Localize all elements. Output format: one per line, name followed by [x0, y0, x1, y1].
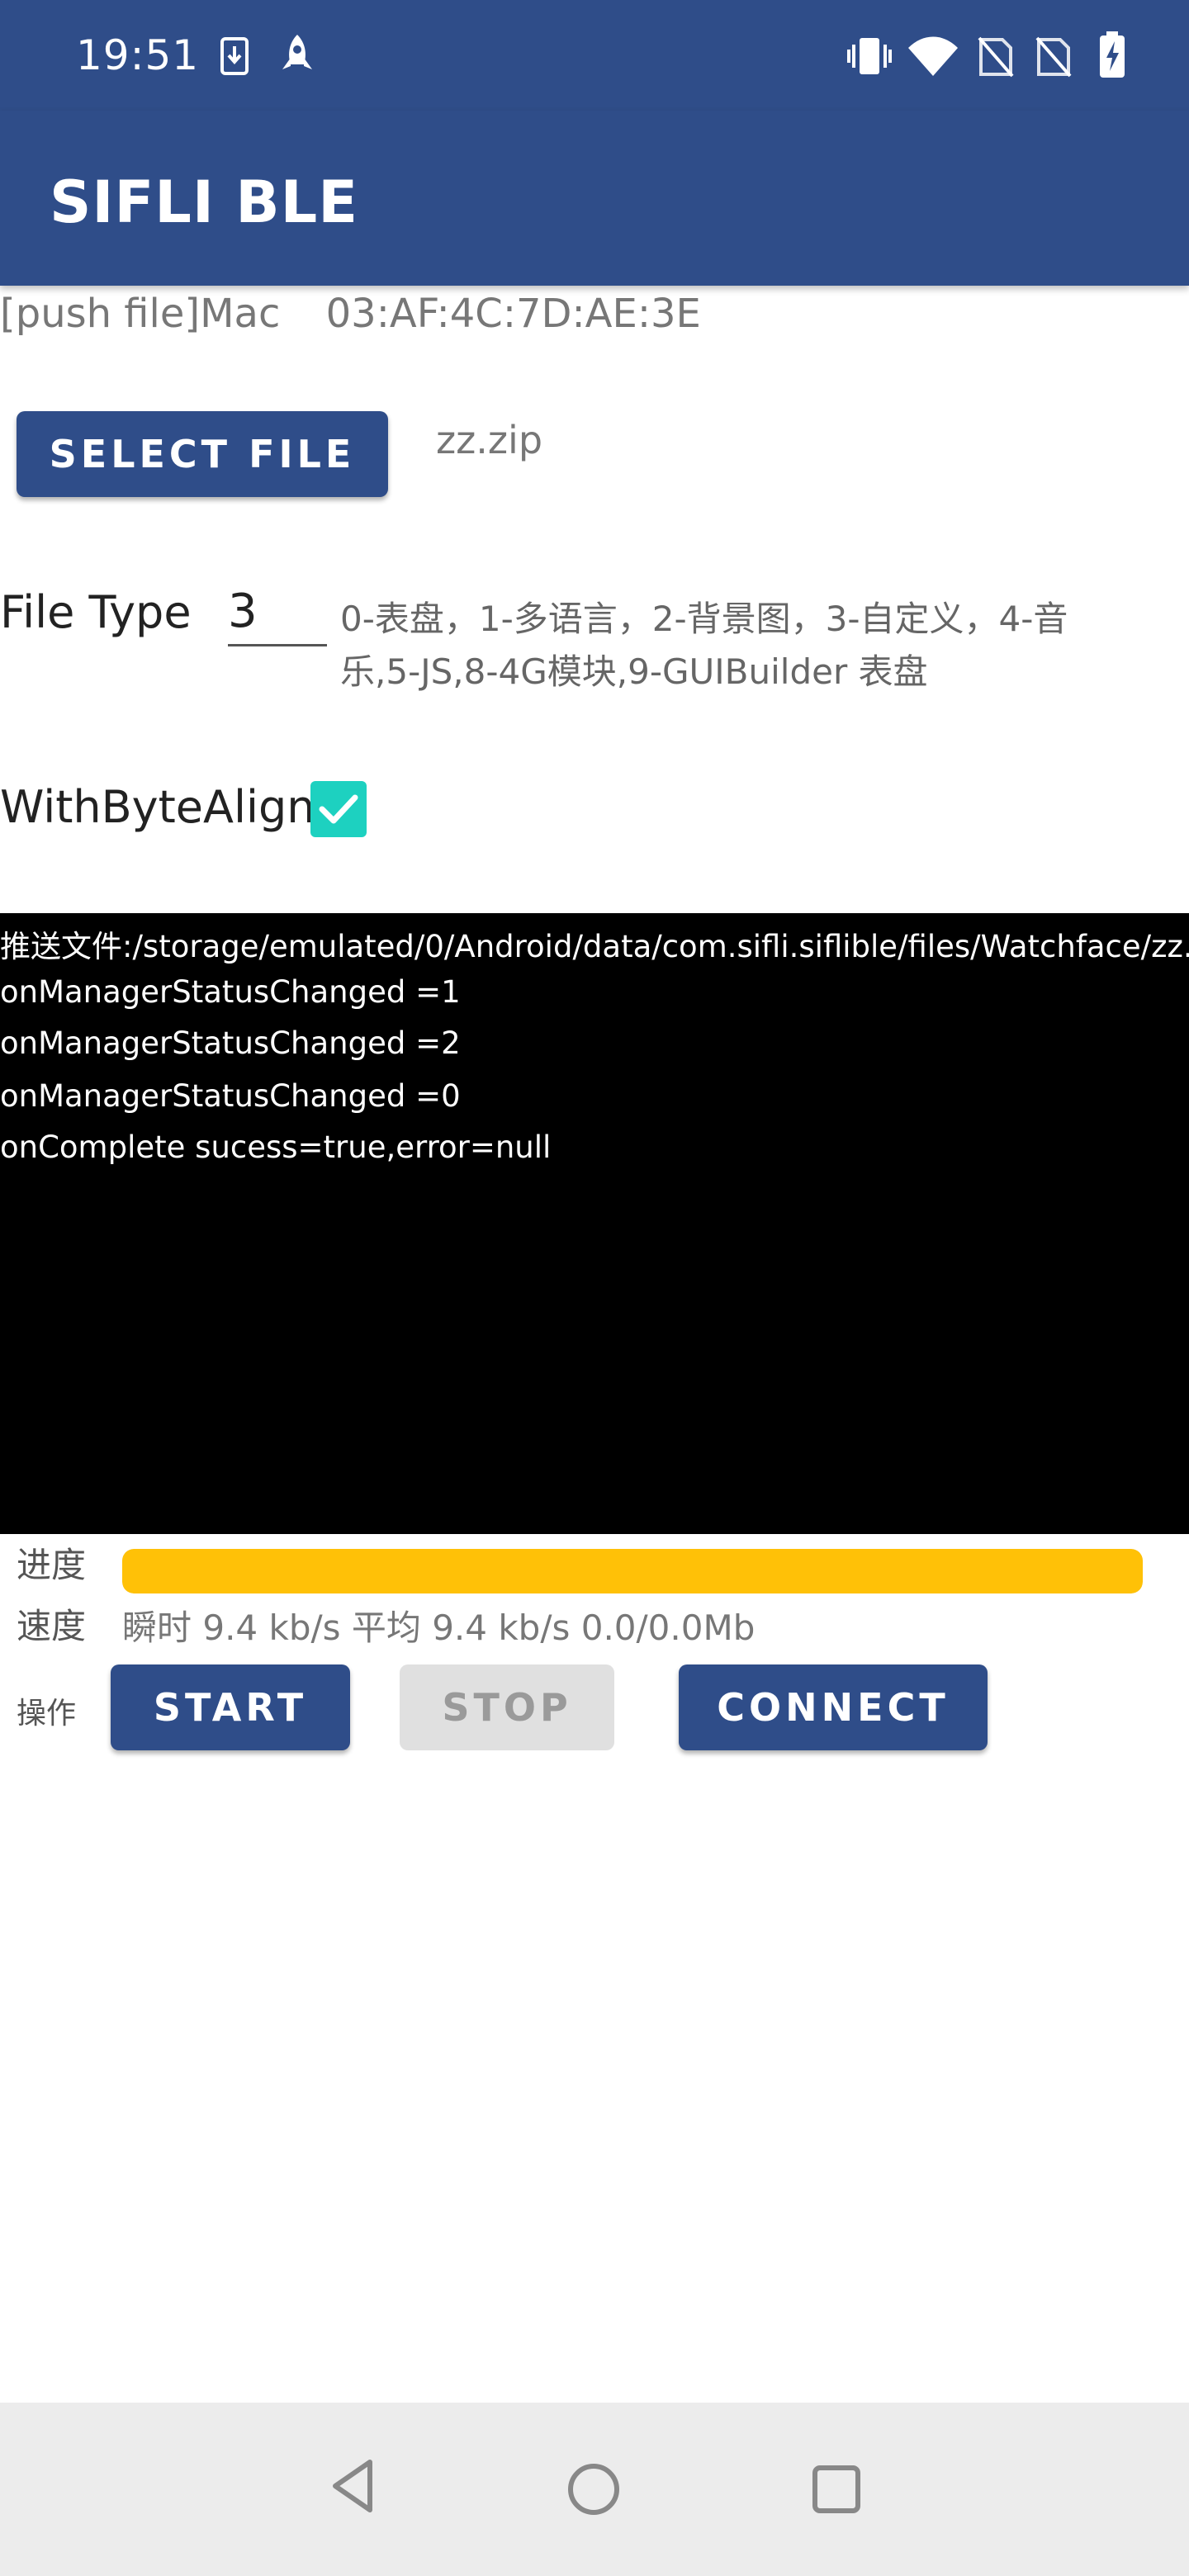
back-icon[interactable]	[327, 2457, 380, 2515]
status-bar: 19:51	[0, 0, 1189, 111]
file-type-input[interactable]	[228, 578, 327, 646]
progress-fill	[122, 1549, 1143, 1593]
log-line: onComplete sucess=true,error=null	[0, 1129, 552, 1165]
checkmark-icon	[319, 794, 358, 824]
rocket-icon	[282, 35, 312, 69]
download-icon	[220, 37, 249, 75]
log-line: onManagerStatusChanged =0	[0, 1078, 461, 1114]
file-type-label: File Type	[0, 586, 192, 638]
no-sim-icon	[1035, 36, 1072, 78]
home-icon[interactable]	[566, 2462, 621, 2517]
vibrate-icon	[847, 38, 892, 74]
progress-bar	[122, 1549, 1143, 1593]
mac-label: [push file]Mac	[0, 291, 281, 337]
start-button[interactable]: START	[111, 1664, 350, 1750]
speed-label: 速度	[17, 1606, 87, 1646]
app-title: SIFLI BLE	[50, 168, 359, 236]
operation-label: 操作	[17, 1697, 77, 1731]
device-mac-line: [push file]Mac 03:AF:4C:7D:AE:3E	[0, 291, 701, 337]
selected-filename: zz.zip	[436, 418, 543, 462]
navigation-bar	[0, 2403, 1189, 2576]
status-time: 19:51	[76, 31, 200, 79]
stop-button[interactable]: STOP	[400, 1664, 614, 1750]
file-type-hint: 0-表盘，1-多语言，2-背景图，3-自定义，4-音乐,5-JS,8-4G模块,…	[340, 599, 1068, 692]
select-file-button[interactable]: SELECT FILE	[17, 411, 388, 497]
speed-text: 瞬时 9.4 kb/s 平均 9.4 kb/s 0.0/0.0Mb	[122, 1608, 756, 1648]
progress-label: 进度	[17, 1545, 87, 1585]
battery-charging-icon	[1100, 31, 1125, 78]
recents-icon[interactable]	[811, 2464, 862, 2515]
log-line: 推送文件:/storage/emulated/0/Android/data/co…	[0, 929, 1189, 964]
byte-align-label: WithByteAlign	[0, 781, 315, 833]
log-line: onManagerStatusChanged =1	[0, 974, 461, 1010]
wifi-icon	[908, 36, 958, 76]
log-line: onManagerStatusChanged =2	[0, 1025, 461, 1061]
log-console[interactable]: 推送文件:/storage/emulated/0/Android/data/co…	[0, 913, 1189, 1534]
connect-button[interactable]: CONNECT	[679, 1664, 988, 1750]
byte-align-checkbox[interactable]	[310, 781, 367, 837]
mac-address: 03:AF:4C:7D:AE:3E	[325, 291, 701, 337]
no-sim-icon	[978, 36, 1014, 78]
app-bar: SIFLI BLE	[0, 111, 1189, 286]
